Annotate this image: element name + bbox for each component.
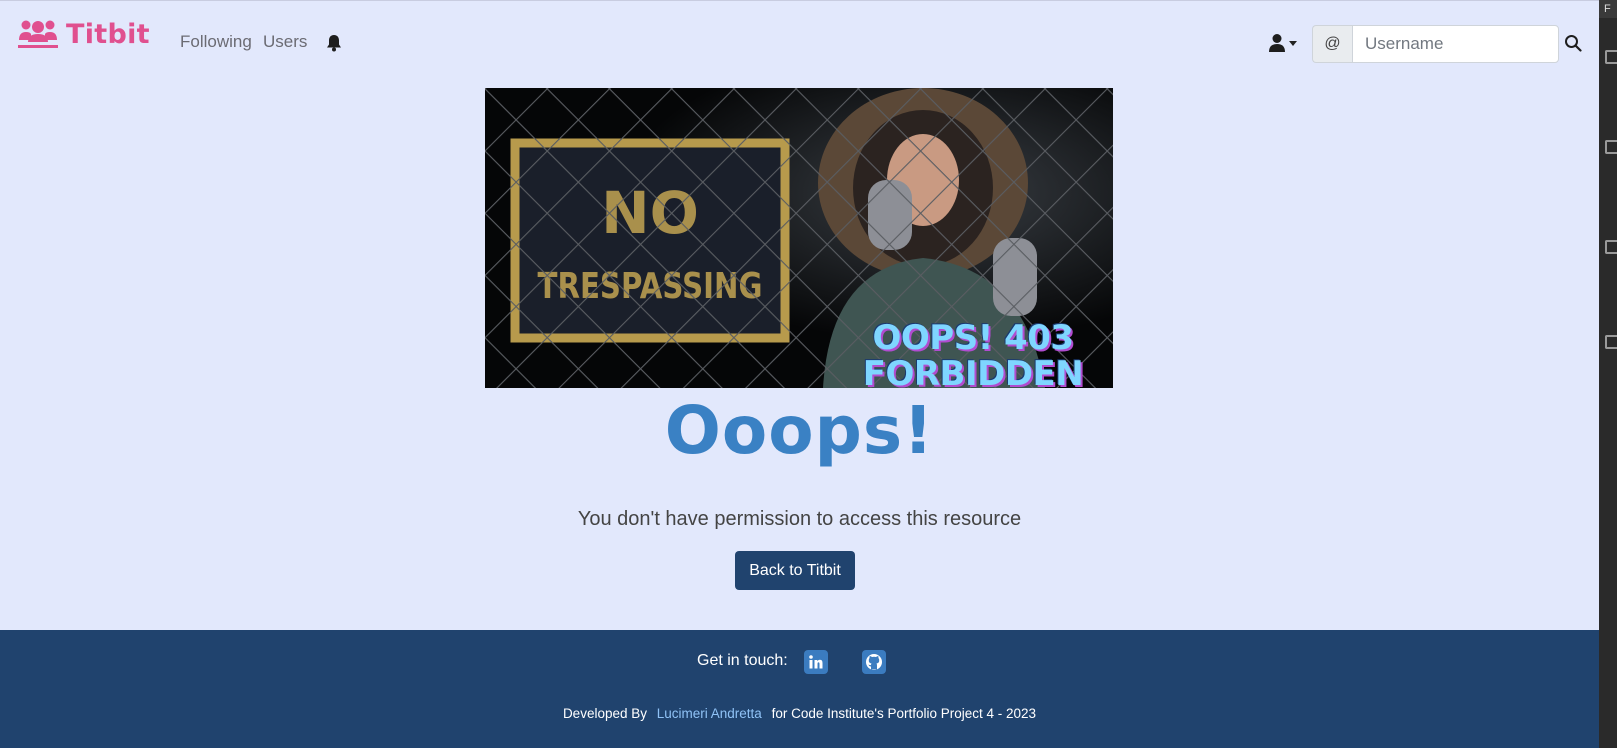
developed-by-label: Developed By (562, 706, 647, 721)
brand-name: Titbit (66, 18, 150, 50)
username-search: @ (1312, 25, 1559, 63)
credit-suffix: for Code Institute's Portfolio Project 4… (771, 706, 1037, 721)
search-icon[interactable] (1564, 34, 1582, 52)
devtools-panel-icon[interactable] (1605, 335, 1617, 349)
developer-link[interactable]: Lucimeri Andretta (657, 706, 762, 721)
back-to-titbit-button[interactable]: Back to Titbit (735, 551, 855, 590)
people-logo-icon (18, 20, 58, 48)
developer-credit: Developed By Lucimeri Andretta for Code … (0, 706, 1599, 721)
github-icon (866, 654, 882, 670)
devtools-tab[interactable]: F (1599, 0, 1617, 18)
username-search-input[interactable] (1352, 25, 1559, 63)
site-footer: Get in touch: Developed By Lucimeri Andr… (0, 630, 1599, 748)
linkedin-icon (809, 655, 823, 669)
forbidden-image-caption: OOPS! 403 FORBIDDEN (862, 318, 1084, 388)
permission-message: You don't have permission to access this… (577, 508, 1022, 530)
brand-home-link[interactable]: Titbit (18, 18, 150, 50)
devtools-panel-icon[interactable] (1605, 240, 1617, 254)
user-dropdown-toggle[interactable] (1268, 32, 1298, 54)
error-heading: Ooops! (664, 392, 935, 469)
github-link[interactable] (862, 650, 886, 674)
top-navbar: Titbit Following Users @ (0, 0, 1599, 84)
chevron-down-icon (1289, 40, 1297, 46)
devtools-panel-icon[interactable] (1605, 50, 1617, 64)
forbidden-banner-image: NO TRESPASSING OOPS! 403 FORBIDDEN (485, 88, 1113, 388)
devtools-panel-icon[interactable] (1605, 140, 1617, 154)
devtools-side-panel: F (1599, 0, 1617, 748)
linkedin-link[interactable] (804, 650, 828, 674)
nav-link-following[interactable]: Following (180, 32, 252, 52)
at-addon: @ (1312, 25, 1352, 63)
get-in-touch-label: Get in touch: (697, 652, 788, 669)
nav-link-users[interactable]: Users (263, 32, 307, 52)
user-icon (1269, 34, 1285, 52)
bell-icon[interactable] (324, 33, 344, 53)
